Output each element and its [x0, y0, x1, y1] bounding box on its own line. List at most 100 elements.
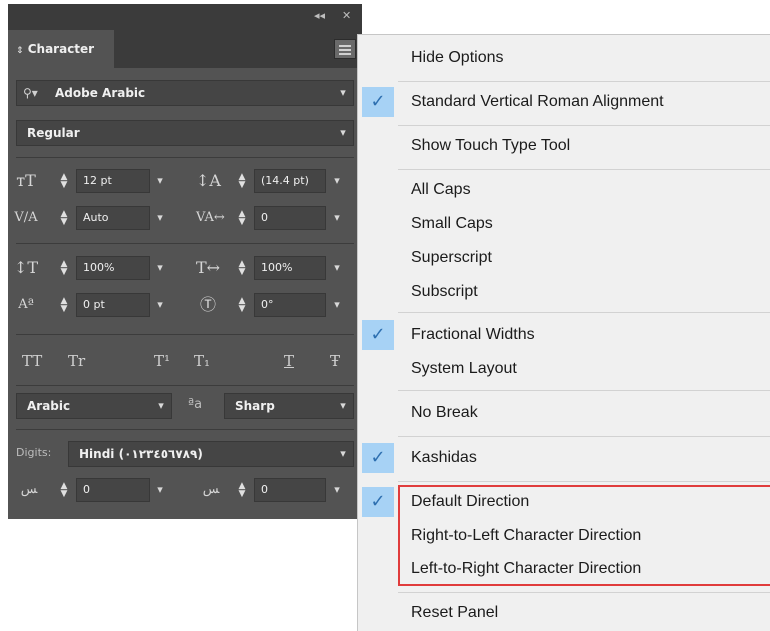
leading-input[interactable]: (14.4 pt) [254, 169, 326, 193]
diacritic-stepper[interactable]: ▲ ▼ [232, 478, 252, 502]
chevron-down-icon[interactable]: ▾ [151, 206, 169, 230]
menu-separator [398, 592, 770, 593]
collapse-icon[interactable]: ◂◂ [314, 9, 325, 23]
menu-item-label: System Layout [411, 360, 517, 377]
chevron-down-icon[interactable]: ▾ [151, 293, 169, 317]
menu-separator [398, 125, 770, 126]
menu-item-kashidas[interactable]: ✓ Kashidas [358, 441, 770, 475]
menu-item-no-break[interactable]: No Break [358, 396, 770, 430]
tracking-stepper[interactable]: ▲ ▼ [232, 206, 252, 230]
leading-stepper[interactable]: ▲ ▼ [232, 169, 252, 193]
chevron-down-icon[interactable]: ▾ [328, 169, 346, 193]
chevron-down-icon[interactable]: ▾ [151, 256, 169, 280]
antialias-value: Sharp [235, 399, 275, 413]
divider [16, 334, 354, 335]
antialias-select[interactable]: Sharp ▾ [224, 393, 354, 419]
chevron-down-icon[interactable]: ▾ [333, 442, 353, 466]
kerning-icon: V/A [14, 210, 38, 225]
chevron-down-icon[interactable]: ▾ [328, 256, 346, 280]
divider [16, 429, 354, 430]
divider [16, 243, 354, 244]
font-size-input[interactable]: 12 pt [76, 169, 150, 193]
menu-item-label: Subscript [411, 283, 478, 300]
chevron-down-icon[interactable]: ▾ [151, 169, 169, 193]
horizontal-scale-icon: T↔ [196, 258, 221, 277]
checkmark-icon: ✓ [362, 443, 394, 473]
rotation-stepper[interactable]: ▲ ▼ [232, 293, 252, 317]
kashida-input[interactable]: 0 [76, 478, 150, 502]
divider [16, 157, 354, 158]
rotation-input[interactable]: 0° [254, 293, 326, 317]
menu-item-all-caps[interactable]: All Caps [358, 173, 770, 207]
chevron-down-icon[interactable]: ▾ [333, 81, 353, 105]
baseline-shift-icon: Aª [18, 297, 34, 312]
close-icon[interactable]: ✕ [342, 9, 351, 23]
chevron-down-icon[interactable]: ▾ [328, 206, 346, 230]
small-caps-button[interactable]: Tr [68, 351, 85, 371]
character-panel: ◂◂ ✕ ⇕ Character ⚲▾ Adobe Arabic ▾ Regul… [8, 4, 362, 519]
all-caps-button[interactable]: TT [22, 351, 42, 371]
menu-item-hide-options[interactable]: Hide Options [358, 41, 770, 75]
menu-item-system-layout[interactable]: System Layout [358, 352, 770, 386]
horizontal-scale-stepper[interactable]: ▲ ▼ [232, 256, 252, 280]
underline-button[interactable]: T [284, 351, 294, 371]
tracking-input[interactable]: 0 [254, 206, 326, 230]
language-select[interactable]: Arabic ▾ [16, 393, 172, 419]
chevron-down-icon[interactable]: ▾ [328, 293, 346, 317]
menu-item-label: Kashidas [411, 449, 477, 466]
search-icon: ⚲▾ [23, 86, 38, 100]
menu-item-reset-panel[interactable]: Reset Panel [358, 596, 770, 630]
menu-item-label: Hide Options [411, 49, 504, 66]
menu-separator [398, 312, 770, 313]
vertical-scale-input[interactable]: 100% [76, 256, 150, 280]
chevron-down-icon[interactable]: ▾ [151, 478, 169, 502]
checkmark-icon: ✓ [362, 87, 394, 117]
menu-item-fractional-widths[interactable]: ✓ Fractional Widths [358, 318, 770, 352]
menu-item-label: Show Touch Type Tool [411, 137, 571, 154]
menu-item-label: Small Caps [411, 215, 493, 232]
digits-label: Digits: [16, 446, 52, 459]
menu-item-subscript[interactable]: Subscript [358, 275, 770, 309]
chevron-down-icon[interactable]: ▾ [333, 394, 353, 418]
menu-item-label: Standard Vertical Roman Alignment [411, 93, 664, 110]
menu-item-show-touch-type-tool[interactable]: Show Touch Type Tool [358, 129, 770, 163]
menu-item-label: No Break [411, 404, 478, 421]
diacritic-icon: ﺲ [202, 482, 220, 497]
menu-item-label: Fractional Widths [411, 326, 535, 343]
panel-title-bar: ◂◂ ✕ [8, 4, 362, 30]
subscript-button[interactable]: T₁ [194, 351, 210, 371]
kashida-stepper[interactable]: ▲ ▼ [54, 478, 74, 502]
horizontal-scale-input[interactable]: 100% [254, 256, 326, 280]
digits-value: Hindi (٠١٢٣٤٥٦٧٨٩) [79, 447, 203, 461]
menu-item-label: Reset Panel [411, 604, 499, 621]
font-style-field[interactable]: Regular ▾ [16, 120, 354, 146]
chevron-down-icon[interactable]: ▾ [328, 478, 346, 502]
baseline-shift-stepper[interactable]: ▲ ▼ [54, 293, 74, 317]
strikethrough-button[interactable]: Ŧ [330, 351, 340, 371]
chevron-down-icon[interactable]: ▾ [333, 121, 353, 145]
vertical-scale-stepper[interactable]: ▲ ▼ [54, 256, 74, 280]
tab-character[interactable]: ⇕ Character [8, 30, 114, 68]
kashida-icon: ﺲ [20, 482, 38, 497]
superscript-button[interactable]: T¹ [154, 351, 170, 371]
baseline-shift-input[interactable]: 0 pt [76, 293, 150, 317]
diacritic-input[interactable]: 0 [254, 478, 326, 502]
menu-separator [398, 390, 770, 391]
checkmark-icon: ✓ [362, 487, 394, 517]
panel-menu-button[interactable] [334, 39, 356, 59]
font-size-stepper[interactable]: ▲ ▼ [54, 169, 74, 193]
chevron-down-icon[interactable]: ▾ [151, 394, 171, 418]
tracking-icon: VA↔ [196, 210, 225, 225]
digits-select[interactable]: Hindi (٠١٢٣٤٥٦٧٨٩) ▾ [68, 441, 354, 467]
font-size-icon: тT [16, 171, 36, 190]
menu-item-superscript[interactable]: Superscript [358, 241, 770, 275]
menu-item-small-caps[interactable]: Small Caps [358, 207, 770, 241]
menu-item-standard-vertical-roman-alignment[interactable]: ✓ Standard Vertical Roman Alignment [358, 85, 770, 119]
kerning-stepper[interactable]: ▲ ▼ [54, 206, 74, 230]
menu-separator [398, 81, 770, 82]
font-family-field[interactable]: ⚲▾ Adobe Arabic ▾ [16, 80, 354, 106]
checkmark-icon: ✓ [362, 320, 394, 350]
font-style-value: Regular [27, 126, 80, 140]
kerning-input[interactable]: Auto [76, 206, 150, 230]
vertical-scale-icon: ↕T [14, 258, 39, 277]
